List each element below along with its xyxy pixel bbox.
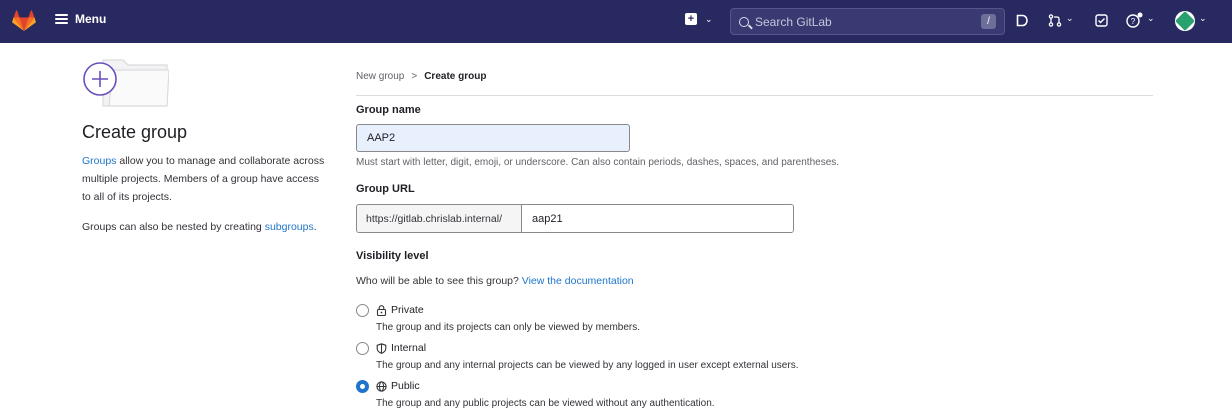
breadcrumb: New group > Create group xyxy=(356,71,486,82)
breadcrumb-current: Create group xyxy=(424,71,487,82)
view-documentation-link[interactable]: View the documentation xyxy=(522,275,634,287)
subgroups-description-text: Groups can also be nested by creating xyxy=(82,221,265,233)
visibility-public-description: The group and any public projects can be… xyxy=(376,398,715,409)
groups-description-text: allow you to manage and collaborate acro… xyxy=(82,155,325,203)
search-shortcut-badge: / xyxy=(981,14,996,29)
visibility-private-description: The group and its projects can only be v… xyxy=(376,322,641,333)
visibility-internal-option[interactable]: Internal xyxy=(376,342,426,354)
page-title: Create group xyxy=(82,122,188,142)
groups-link[interactable]: Groups xyxy=(82,155,116,167)
chevron-down-icon[interactable]: ⌄ xyxy=(1199,13,1207,24)
chevron-down-icon[interactable]: ⌄ xyxy=(1147,13,1155,24)
groups-description: Groups allow you to manage and collabora… xyxy=(82,152,327,206)
visibility-level-label: Visibility level xyxy=(356,250,429,262)
subgroups-description: Groups can also be nested by creating su… xyxy=(82,221,317,233)
chevron-down-icon[interactable]: ⌄ xyxy=(1066,13,1074,24)
chevron-down-icon: ⌄ xyxy=(705,13,713,24)
plus-square-icon: + xyxy=(685,13,697,25)
search-icon xyxy=(739,16,749,27)
subgroups-link[interactable]: subgroups xyxy=(265,221,314,233)
folder-plus-illustration-icon xyxy=(83,59,169,107)
breadcrumb-new-group[interactable]: New group xyxy=(356,71,404,82)
search-box[interactable]: / xyxy=(730,8,1005,35)
merge-requests-icon[interactable] xyxy=(1048,14,1062,27)
gitlab-logo-icon[interactable] xyxy=(12,10,36,32)
group-url-prefix: https://gitlab.chrislab.internal/ xyxy=(357,205,522,232)
globe-icon xyxy=(376,380,387,392)
visibility-private-label: Private xyxy=(391,304,424,316)
top-navbar: Menu + ⌄ / ⌄ ? ⌄ ⌄ xyxy=(0,0,1232,43)
group-name-label: Group name xyxy=(356,104,421,116)
group-url-field: https://gitlab.chrislab.internal/ xyxy=(356,204,794,233)
visibility-public-label: Public xyxy=(391,380,420,392)
visibility-internal-description: The group and any internal projects can … xyxy=(376,360,799,371)
create-new-dropdown[interactable]: + ⌄ xyxy=(685,13,713,25)
menu-button[interactable]: Menu xyxy=(55,12,106,26)
visibility-internal-label: Internal xyxy=(391,342,427,354)
visibility-question: Who will be able to see this group? View… xyxy=(356,275,634,287)
hamburger-icon xyxy=(55,14,68,24)
visibility-public-radio[interactable] xyxy=(356,380,369,393)
visibility-internal-radio[interactable] xyxy=(356,342,369,355)
divider xyxy=(356,95,1153,96)
help-icon[interactable]: ? xyxy=(1126,12,1144,28)
group-url-label: Group URL xyxy=(356,183,415,195)
group-url-input[interactable] xyxy=(522,205,793,232)
group-name-help: Must start with letter, digit, emoji, or… xyxy=(356,157,840,168)
group-name-input[interactable] xyxy=(356,124,630,152)
visibility-private-radio[interactable] xyxy=(356,304,369,317)
lock-icon xyxy=(376,304,387,316)
menu-label: Menu xyxy=(75,12,107,26)
svg-text:?: ? xyxy=(1131,17,1136,26)
search-input[interactable] xyxy=(755,14,975,29)
avatar[interactable] xyxy=(1175,11,1195,31)
shield-icon xyxy=(376,342,387,354)
breadcrumb-separator-icon: > xyxy=(411,71,418,82)
todos-icon[interactable] xyxy=(1095,14,1108,27)
visibility-public-option[interactable]: Public xyxy=(376,380,420,392)
visibility-private-option[interactable]: Private xyxy=(376,304,424,316)
issues-icon[interactable] xyxy=(1016,14,1028,27)
